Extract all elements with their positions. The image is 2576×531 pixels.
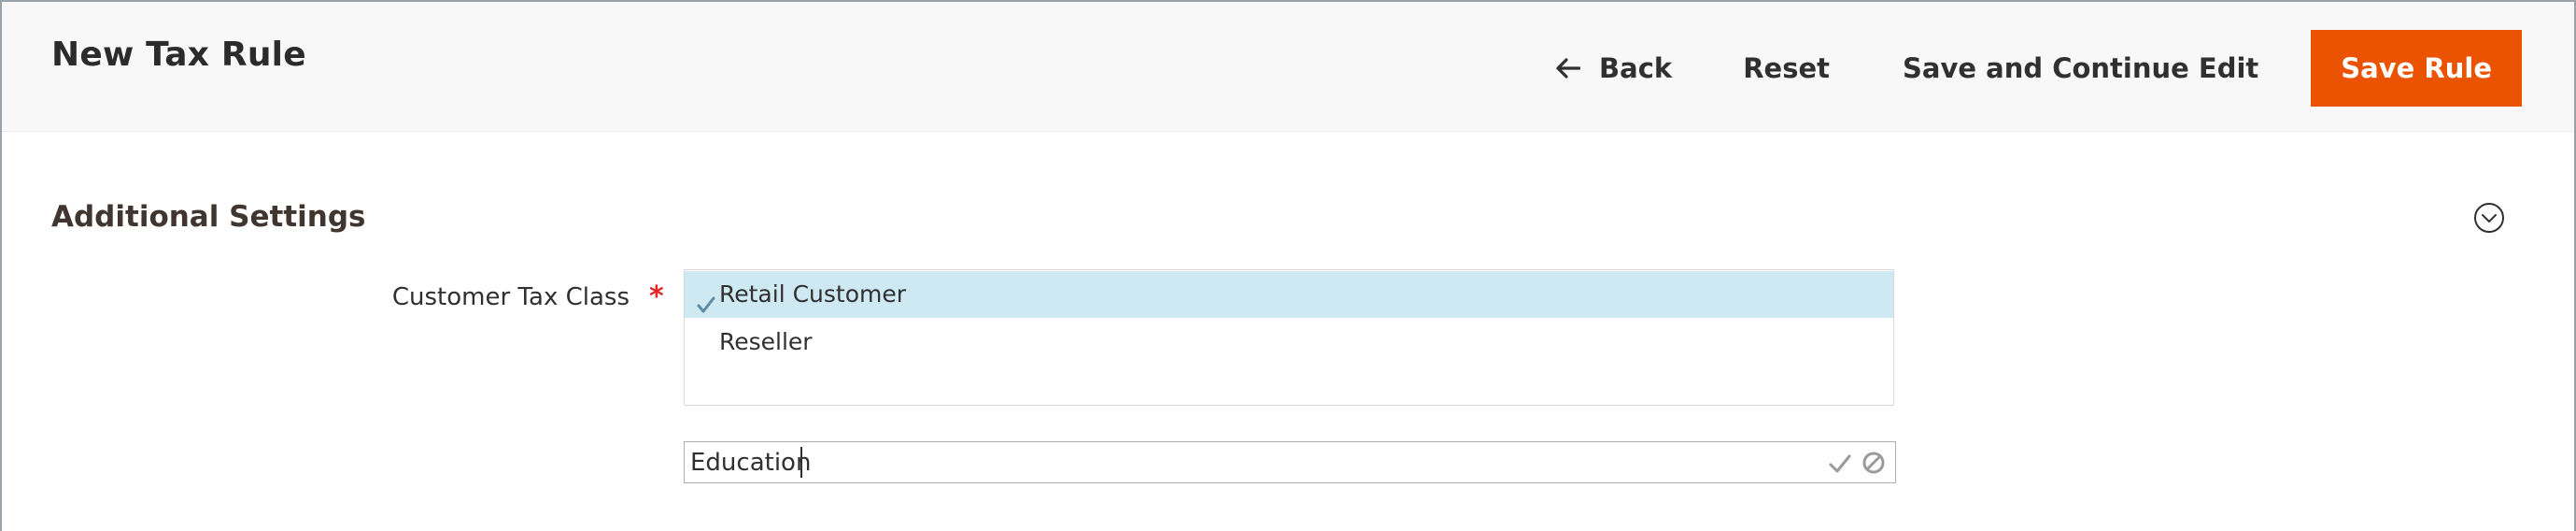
reset-button[interactable]: Reset	[1720, 30, 1852, 107]
option-reseller[interactable]: Reseller	[685, 319, 1893, 366]
text-caret	[800, 447, 802, 478]
save-and-continue-label: Save and Continue Edit	[1903, 52, 2259, 84]
back-button-label: Back	[1599, 52, 1673, 84]
page-actions: Back Reset Save and Continue Edit Save R…	[1534, 30, 2522, 107]
required-marker: *	[649, 280, 664, 313]
cancel-icon[interactable]	[1861, 451, 1886, 475]
new-tax-class-input[interactable]	[690, 442, 1792, 482]
check-icon[interactable]	[1828, 452, 1852, 476]
back-button[interactable]: Back	[1534, 30, 1694, 107]
page-header: New Tax Rule Back Reset Save and Continu…	[2, 2, 2574, 132]
arrow-left-icon	[1556, 58, 1581, 79]
save-rule-label: Save Rule	[2341, 52, 2492, 84]
check-icon	[696, 284, 716, 313]
save-rule-button[interactable]: Save Rule	[2311, 30, 2522, 107]
tax-rule-page: New Tax Rule Back Reset Save and Continu…	[0, 0, 2576, 531]
option-label: Reseller	[719, 328, 813, 355]
new-tax-class-field	[684, 441, 1896, 483]
option-label: Retail Customer	[719, 280, 907, 308]
option-retail-customer[interactable]: Retail Customer	[685, 271, 1893, 318]
reset-button-label: Reset	[1743, 52, 1830, 84]
customer-tax-class-label: Customer Tax Class	[391, 283, 630, 311]
customer-tax-class-multiselect[interactable]: Retail Customer Reseller	[684, 269, 1894, 406]
chevron-down-circle-icon[interactable]	[2473, 202, 2505, 234]
page-title: New Tax Rule	[51, 36, 306, 74]
section-title: Additional Settings	[51, 200, 366, 234]
save-and-continue-button[interactable]: Save and Continue Edit	[1880, 30, 2281, 107]
